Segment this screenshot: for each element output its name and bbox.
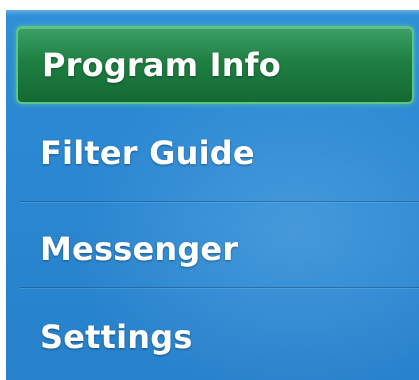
menu-item-label: Settings [40, 318, 193, 356]
context-menu: Program Info Filter Guide Messenger Sett… [6, 10, 419, 380]
menu-item-settings[interactable]: Settings [6, 294, 419, 380]
menu-divider [20, 201, 419, 202]
menu-divider [20, 287, 419, 288]
menu-item-label: Filter Guide [40, 134, 255, 172]
menu-item-label: Program Info [42, 46, 281, 84]
menu-item-label: Messenger [40, 230, 239, 268]
menu-item-filter-guide[interactable]: Filter Guide [6, 110, 419, 196]
menu-item-program-info[interactable]: Program Info [16, 26, 414, 104]
menu-item-messenger[interactable]: Messenger [6, 206, 419, 292]
